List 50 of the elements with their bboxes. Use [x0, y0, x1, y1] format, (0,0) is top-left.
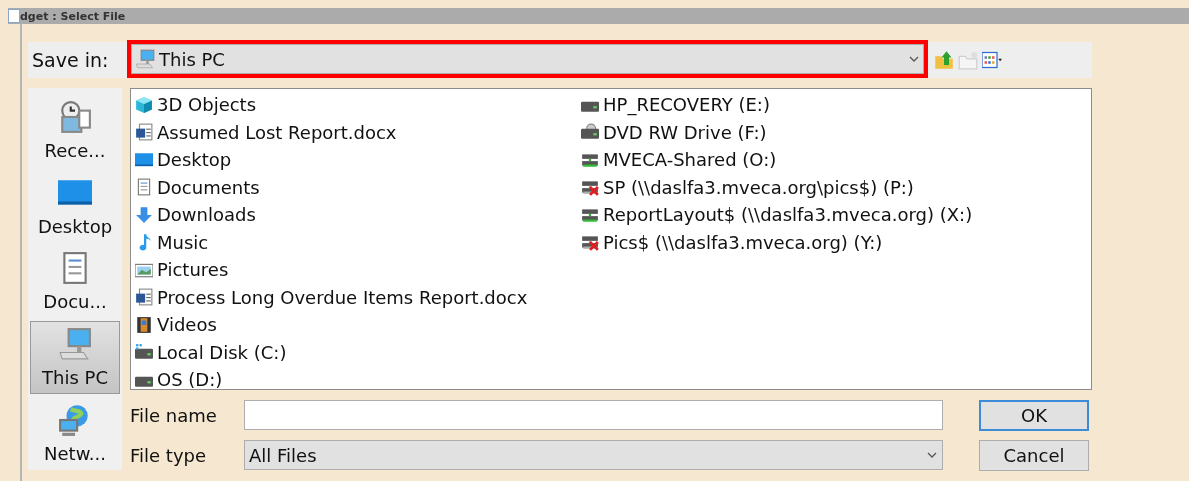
window-icon	[8, 9, 20, 23]
places-item[interactable]: This PC	[30, 320, 120, 395]
drive-icon	[135, 343, 153, 362]
file-item[interactable]: OS (D:)	[157, 369, 223, 391]
file-item[interactable]: 3D Objects	[157, 94, 257, 116]
file-item[interactable]: Assumed Lost Report.docx	[157, 121, 397, 143]
file-type-label: File type	[130, 444, 208, 466]
document-icon	[135, 178, 153, 197]
places-item[interactable]: Desktop	[30, 169, 120, 244]
film-icon	[135, 315, 153, 334]
file-item[interactable]: HP_RECOVERY (E:)	[603, 94, 770, 116]
file-item[interactable]: Local Disk (C:)	[157, 341, 287, 363]
network-drive-icon	[581, 233, 599, 252]
places-item[interactable]: Rece...	[30, 94, 120, 168]
up-folder-icon[interactable]	[934, 50, 954, 70]
file-item[interactable]: Downloads	[157, 204, 256, 226]
computer-icon	[58, 327, 92, 362]
ok-button[interactable]: OK	[979, 399, 1089, 431]
file-item[interactable]: SP (\\daslfa3.mveca.org\pics$) (P:)	[603, 176, 914, 198]
file-name-field[interactable]	[244, 400, 943, 430]
file-item[interactable]: Music	[157, 231, 209, 253]
save-in-label: Save in:	[31, 49, 110, 71]
file-item[interactable]: Process Long Overdue Items Report.docx	[157, 286, 528, 308]
file-item[interactable]: Documents	[157, 176, 260, 198]
chevron-icon	[926, 451, 938, 459]
file-name-label: File name	[130, 404, 218, 426]
window-title: dget : Select File	[20, 9, 126, 23]
cube-icon	[135, 95, 153, 114]
file-item[interactable]: ReportLayout$ (\\daslfa3.mveca.org) (X:)	[603, 204, 973, 226]
monitor-icon	[135, 49, 155, 69]
recent-items-icon	[58, 100, 92, 135]
disc-drive-icon	[581, 123, 599, 142]
file-item[interactable]: Pics$ (\\daslfa3.mveca.org) (Y:)	[603, 231, 883, 253]
chevron-icon	[908, 55, 920, 63]
save-in-dropdown[interactable]: This PC	[127, 40, 928, 78]
places-item[interactable]: Netw...	[30, 396, 120, 470]
cancel-button[interactable]: Cancel	[979, 439, 1089, 471]
file-item[interactable]: Videos	[157, 314, 217, 336]
monitor-icon	[135, 150, 153, 169]
file-item[interactable]: Desktop	[157, 149, 232, 171]
word-document-icon	[135, 288, 153, 307]
down-arrow-icon	[135, 205, 153, 224]
network-drive-icon	[581, 178, 599, 197]
file-item[interactable]: MVECA-Shared (O:)	[603, 149, 777, 171]
file-item[interactable]: Pictures	[157, 259, 229, 281]
places-item[interactable]: Docu...	[30, 245, 120, 319]
file-type-dropdown[interactable]: All Files	[244, 440, 943, 470]
view-menu-icon[interactable]	[982, 50, 1002, 70]
word-document-icon	[135, 123, 153, 142]
file-item[interactable]: DVD RW Drive (F:)	[603, 121, 767, 143]
